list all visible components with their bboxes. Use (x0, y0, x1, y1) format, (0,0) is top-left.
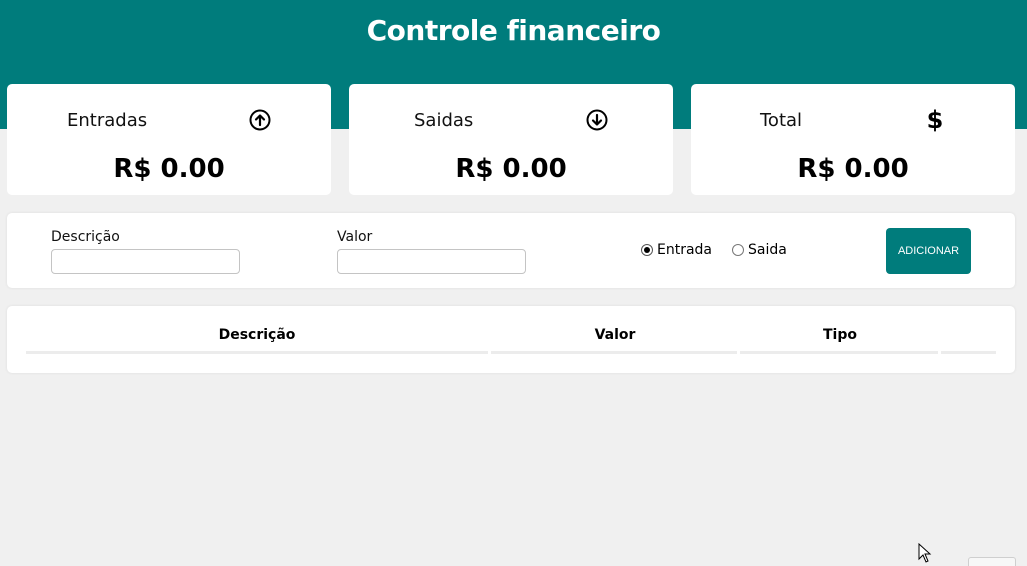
add-button[interactable]: ADICIONAR (886, 228, 971, 274)
income-value: R$ 0.00 (113, 154, 225, 184)
radio-entrada[interactable]: Entrada (641, 242, 712, 258)
column-header-description: Descrição (218, 327, 296, 343)
transaction-form: Descrição Valor Entrada Saida ADICIONAR (7, 213, 1015, 288)
mouse-cursor-icon (918, 543, 932, 563)
expense-card: Saidas R$ 0.00 (349, 84, 673, 195)
header-divider (941, 351, 996, 354)
income-label: Entradas (67, 110, 148, 131)
page-title: Controle financeiro (366, 14, 661, 47)
description-input[interactable] (51, 249, 240, 274)
column-header-amount: Valor (594, 327, 636, 343)
radio-saida-label: Saida (748, 242, 787, 258)
dollar-icon: $ (926, 106, 944, 134)
header-divider (491, 351, 737, 354)
amount-input[interactable] (337, 249, 526, 274)
transactions-table: Descrição Valor Tipo (7, 306, 1015, 373)
total-card: Total $ R$ 0.00 (691, 84, 1015, 195)
header-divider (26, 351, 488, 354)
description-label: Descrição (51, 229, 120, 245)
total-value: R$ 0.00 (797, 154, 909, 184)
income-card: Entradas R$ 0.00 (7, 84, 331, 195)
expense-label: Saidas (414, 110, 474, 131)
expense-value: R$ 0.00 (455, 154, 567, 184)
total-label: Total (760, 110, 803, 131)
arrow-up-circle-icon (248, 108, 272, 132)
radio-saida-control[interactable] (732, 244, 744, 256)
header-divider (740, 351, 938, 354)
corner-widget (968, 557, 1016, 566)
arrow-down-circle-icon (585, 108, 609, 132)
radio-entrada-control[interactable] (641, 244, 653, 256)
radio-entrada-label: Entrada (657, 242, 713, 258)
amount-label: Valor (337, 229, 373, 245)
radio-saida[interactable]: Saida (732, 242, 787, 258)
column-header-type: Tipo (823, 327, 857, 343)
